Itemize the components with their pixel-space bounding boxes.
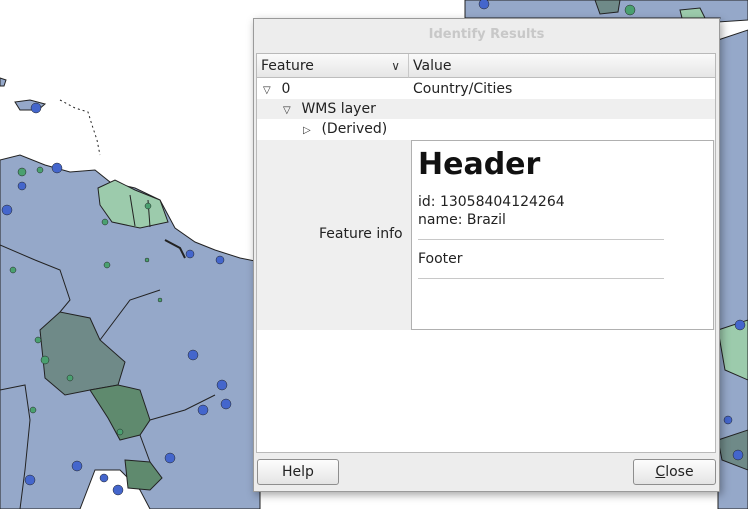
feature-info-id: id: 13058404124264	[418, 194, 565, 210]
identify-results-dialog: Identify Results Feature ∨ Value ▽ 0 Cou…	[253, 18, 720, 492]
collapsed-triangle-icon[interactable]: ▷	[303, 121, 317, 141]
tree-row-derived[interactable]: ▷ (Derived)	[257, 119, 715, 139]
divider	[418, 278, 664, 279]
feature-info-label: Feature info	[319, 226, 403, 242]
expand-triangle-icon[interactable]: ▽	[283, 101, 297, 121]
results-tree[interactable]: Feature ∨ Value ▽ 0 Country/Cities ▽ WMS…	[256, 53, 716, 453]
close-button-label: lose	[665, 464, 694, 480]
tree-row-label: 0	[281, 81, 291, 97]
feature-info-header: Header	[418, 147, 541, 182]
feature-info-html-view[interactable]: Header id: 13058404124264 name: Brazil F…	[411, 140, 714, 330]
help-button[interactable]: Help	[257, 459, 339, 485]
chevron-down-icon: ∨	[391, 59, 400, 73]
close-button-mnemonic: C	[655, 464, 666, 480]
tree-row-wms-layer[interactable]: ▽ WMS layer	[257, 99, 715, 119]
divider	[418, 239, 664, 240]
tree-row-label: (Derived)	[321, 121, 388, 137]
column-header-value-label: Value	[413, 58, 452, 74]
tree-row-label: WMS layer	[301, 101, 376, 117]
dialog-title[interactable]: Identify Results	[254, 19, 719, 51]
feature-info-name: name: Brazil	[418, 212, 506, 228]
feature-info-row[interactable]: Feature info Header id: 13058404124264 n…	[257, 140, 715, 330]
tree-row-value: Country/Cities	[413, 81, 513, 97]
help-button-label: Help	[282, 464, 314, 480]
tree-row-layer[interactable]: ▽ 0 Country/Cities	[257, 79, 721, 99]
column-header-value[interactable]: Value	[409, 54, 715, 78]
feature-info-footer: Footer	[418, 251, 463, 267]
column-header-feature[interactable]: Feature ∨	[257, 54, 409, 78]
expand-triangle-icon[interactable]: ▽	[263, 81, 277, 101]
column-header-feature-label: Feature	[261, 58, 314, 74]
close-button[interactable]: Close	[633, 459, 716, 485]
